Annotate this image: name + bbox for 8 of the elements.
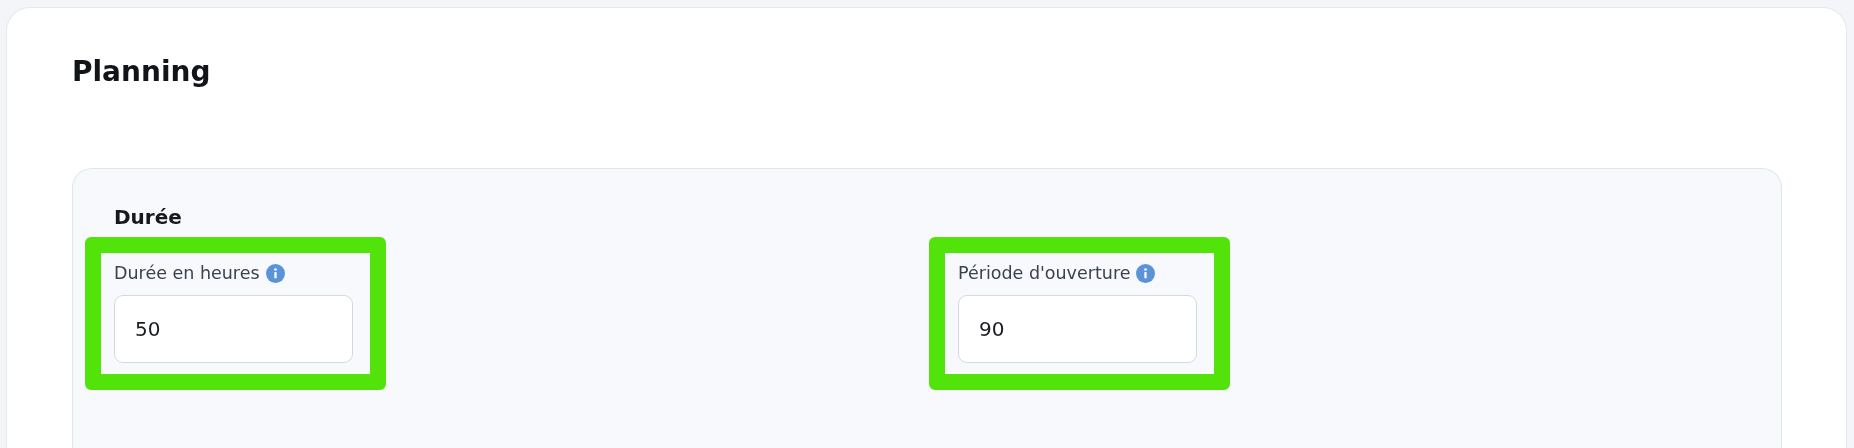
section-title: Durée	[114, 204, 183, 231]
info-icon[interactable]	[265, 263, 285, 283]
page-title: Planning	[72, 54, 212, 90]
info-icon[interactable]	[1136, 263, 1156, 283]
field-label: Période d'ouverture	[958, 263, 1131, 283]
input-field[interactable]: 90	[958, 295, 1197, 363]
input-field[interactable]: 50	[114, 295, 353, 363]
field-label: Durée en heures	[114, 263, 260, 283]
